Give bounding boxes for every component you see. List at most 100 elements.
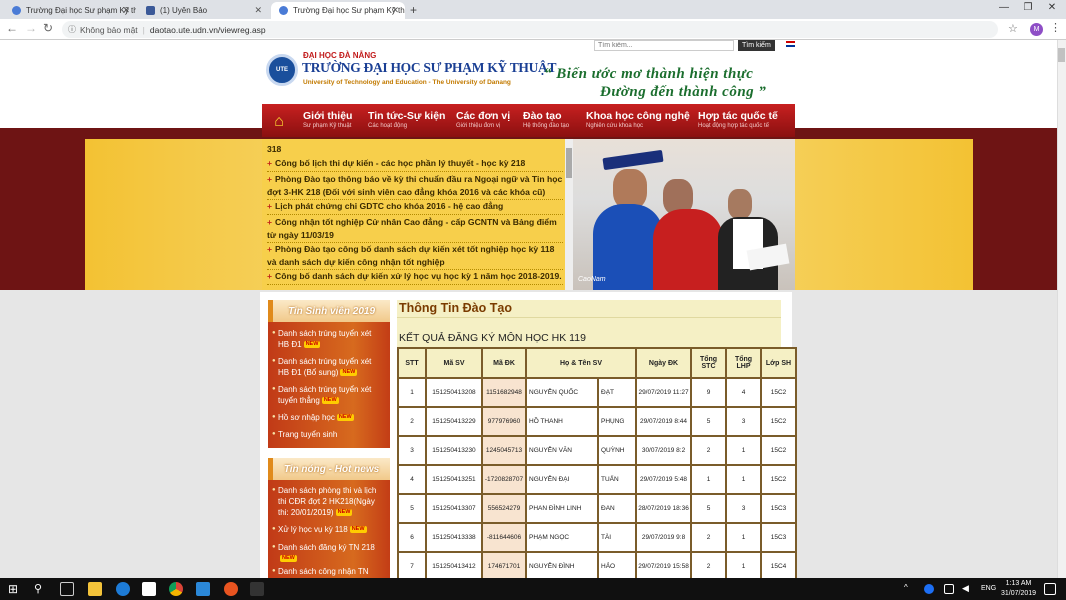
sidebar-link[interactable]: ● Danh sách phòng thi và lịch thi CĐR đợt… bbox=[272, 485, 384, 518]
vscode-icon[interactable] bbox=[196, 582, 210, 596]
back-icon[interactable]: ← bbox=[6, 21, 18, 35]
news-item[interactable]: + Phòng Đào tạo công bố danh sách dự kiến… bbox=[267, 243, 563, 270]
windows-start-icon[interactable]: ⊞ bbox=[8, 582, 22, 596]
reload-icon[interactable]: ↻ bbox=[43, 21, 53, 35]
minimize-icon[interactable]: — bbox=[992, 2, 1016, 13]
sidebar-link[interactable]: ● Danh sách trúng tuyển xét tuyển thẳng NE… bbox=[272, 384, 384, 406]
clock-time: 1:13 AM bbox=[1005, 580, 1032, 587]
row-reg-id: 556524279 bbox=[483, 495, 525, 522]
search-button[interactable]: Tìm kiếm bbox=[738, 40, 775, 51]
row-stt: 3 bbox=[399, 437, 425, 464]
sidebar-link[interactable]: ● Danh sách đăng ký TN 218NEW bbox=[272, 542, 384, 564]
news-item[interactable]: + Phòng Đào tạo thông báo về kỳ thi chuẩn… bbox=[267, 173, 563, 200]
sidebar-link[interactable]: ● Danh sách trúng tuyển xét HB Đ1 (Bổ sun… bbox=[272, 356, 384, 378]
row-first-name: ĐAN bbox=[599, 495, 636, 522]
profile-avatar[interactable]: M bbox=[1030, 23, 1043, 36]
english-flag-icon[interactable] bbox=[786, 41, 795, 47]
network-icon[interactable] bbox=[944, 584, 954, 594]
browser-tab-1[interactable]: Trường Đại học Sư phạm Kỹ thuật ✕ bbox=[4, 2, 136, 19]
news-item[interactable]: + Công bố lịch thi dự kiến - các học phần… bbox=[267, 157, 563, 172]
nav-item-hop-tac[interactable]: Hợp tác quốc tế Hoạt động hợp tác quốc t… bbox=[698, 110, 778, 129]
close-window-icon[interactable]: ✕ bbox=[1040, 2, 1064, 13]
sidebar-section-title: Tin nóng - Hot news bbox=[268, 458, 390, 480]
nav-title: Giới thiệu bbox=[303, 110, 353, 122]
chrome-icon[interactable] bbox=[169, 582, 183, 596]
app-icon[interactable] bbox=[250, 582, 264, 596]
address-bar[interactable]: ⓘ Không bảo mật | daotao.ute.udn.vn/view… bbox=[62, 21, 998, 38]
news-item[interactable]: 318 bbox=[267, 143, 563, 157]
file-explorer-icon[interactable] bbox=[88, 582, 102, 596]
menu-kebab-icon[interactable]: ⋮ bbox=[1050, 21, 1061, 34]
nav-item-tin-tuc[interactable]: Tin tức-Sự kiện Các hoạt động bbox=[368, 110, 445, 129]
row-last-name: PHẠM NGỌC bbox=[527, 524, 597, 551]
row-stt: 7 bbox=[399, 553, 425, 578]
sidebar-link[interactable]: ● Xử lý học vụ kỳ 118 NEW bbox=[272, 524, 384, 535]
notification-icon[interactable] bbox=[1044, 583, 1056, 595]
sidebar-link[interactable]: ● Trang tuyển sinh bbox=[272, 429, 384, 440]
row-reg-date: 29/07/2019 8:44 bbox=[637, 408, 691, 435]
info-icon[interactable]: ⓘ bbox=[68, 24, 76, 35]
page-scroll-thumb[interactable] bbox=[1058, 48, 1065, 62]
nav-subtitle: Giới thiệu đơn vị bbox=[456, 123, 501, 129]
tray-chevron-icon[interactable]: ^ bbox=[904, 584, 912, 592]
sidebar-link-text: Hồ sơ nhập học bbox=[278, 413, 335, 422]
row-total-credits: 5 bbox=[692, 495, 726, 522]
sidebar-link-text: Danh sách đăng ký TN 218 bbox=[278, 543, 375, 552]
search-icon[interactable]: ⚲ bbox=[34, 582, 48, 596]
tray-app-icon[interactable] bbox=[924, 584, 934, 594]
nav-item-cac-don-vi[interactable]: Các đơn vị Giới thiệu đơn vị bbox=[456, 110, 510, 129]
close-tab-icon[interactable]: ✕ bbox=[122, 5, 130, 16]
row-total-credits: 5 bbox=[692, 408, 726, 435]
close-tab-icon[interactable]: ✕ bbox=[391, 5, 399, 16]
nav-item-gioi-thieu[interactable]: Giới thiệu Sư phạm Kỹ thuật bbox=[303, 110, 352, 129]
sidebar-link[interactable]: ● Danh sách trúng tuyển xét HB Đ1 NEW bbox=[272, 328, 384, 350]
globe-icon bbox=[279, 6, 288, 15]
results-heading: KẾT QUẢ ĐĂNG KÝ MÔN HỌC HK 119 bbox=[399, 332, 586, 344]
app-icon[interactable] bbox=[224, 582, 238, 596]
tab-strip: Trường Đại học Sư phạm Kỹ thuật ✕ (1) Uy… bbox=[0, 0, 1066, 19]
close-tab-icon[interactable]: ✕ bbox=[254, 5, 262, 16]
maximize-icon[interactable]: ❐ bbox=[1016, 2, 1040, 13]
row-total-sections: 1 bbox=[727, 524, 761, 551]
news-item[interactable]: + Công bố danh sách dự kiến xử lý học vụ … bbox=[267, 270, 563, 285]
forward-icon[interactable]: → bbox=[25, 21, 37, 35]
task-view-icon[interactable] bbox=[60, 582, 74, 596]
row-total-credits: 1 bbox=[692, 466, 726, 493]
clock[interactable]: 1:13 AM 31/07/2019 bbox=[1001, 579, 1036, 599]
row-reg-id: 1245045713 bbox=[483, 437, 525, 464]
column-header: Lớp SH bbox=[762, 349, 796, 377]
news-text: Phòng Đào tạo công bố danh sách dự kiến … bbox=[267, 244, 555, 267]
column-header: Ngày ĐK bbox=[637, 349, 691, 377]
column-header: STT bbox=[399, 349, 425, 377]
page-scrollbar[interactable] bbox=[1057, 40, 1066, 578]
news-item[interactable]: + Công nhận tốt nghiệp Cử nhân Cao đẳng -… bbox=[267, 216, 563, 243]
new-badge: NEW bbox=[321, 397, 339, 405]
nav-item-khoa-hoc[interactable]: Khoa học công nghệ Nghiên cứu khoa học bbox=[586, 110, 690, 129]
row-stt: 1 bbox=[399, 379, 425, 406]
university-logo[interactable]: UTE bbox=[266, 54, 298, 86]
news-scroll-thumb[interactable] bbox=[566, 148, 572, 178]
sidebar-link[interactable]: ●Danh sách công nhận TN 218 bbox=[272, 566, 384, 578]
page-title: Thông Tin Đào Tạo bbox=[399, 301, 512, 315]
sidebar-link[interactable]: ● Hồ sơ nhập học NEW bbox=[272, 412, 384, 423]
browser-tab-2[interactable]: (1) Uyên Bảo ✕ bbox=[138, 2, 268, 19]
column-header: Mã SV bbox=[427, 349, 481, 377]
bookmark-star-icon[interactable]: ☆ bbox=[1008, 22, 1018, 35]
news-item[interactable]: + Lịch phát chứng chỉ GDTC cho khóa 2016 … bbox=[267, 200, 563, 215]
home-icon[interactable]: ⌂ bbox=[264, 108, 294, 136]
new-tab-icon[interactable]: + bbox=[410, 3, 417, 17]
browser-tab-3-active[interactable]: Trường Đại học Sư phạm Kỹ thuật ✕ bbox=[271, 2, 405, 19]
university-parent-name: ĐẠI HỌC ĐÀ NẴNG bbox=[303, 51, 377, 60]
store-icon[interactable] bbox=[142, 582, 156, 596]
language-indicator[interactable]: ENG bbox=[981, 585, 996, 592]
bullet-icon: + bbox=[267, 217, 273, 227]
edge-icon[interactable] bbox=[116, 582, 130, 596]
nav-item-dao-tao[interactable]: Đào tạo Hệ thống đào tạo bbox=[523, 110, 569, 129]
volume-icon[interactable]: ◀ bbox=[962, 583, 972, 593]
tab-label: (1) Uyên Bảo bbox=[160, 6, 208, 15]
nav-title: Đào tạo bbox=[523, 110, 562, 122]
row-first-name: HẢO bbox=[599, 553, 636, 578]
table-row: 4 151250413251 -1720828707 NGUYỄN ĐẠI TUẤN 29… bbox=[399, 466, 796, 493]
search-input[interactable] bbox=[594, 40, 734, 51]
table-row: 6 151250413338 -811644606 PHẠM NGỌC TÀI 29/07… bbox=[399, 524, 796, 551]
